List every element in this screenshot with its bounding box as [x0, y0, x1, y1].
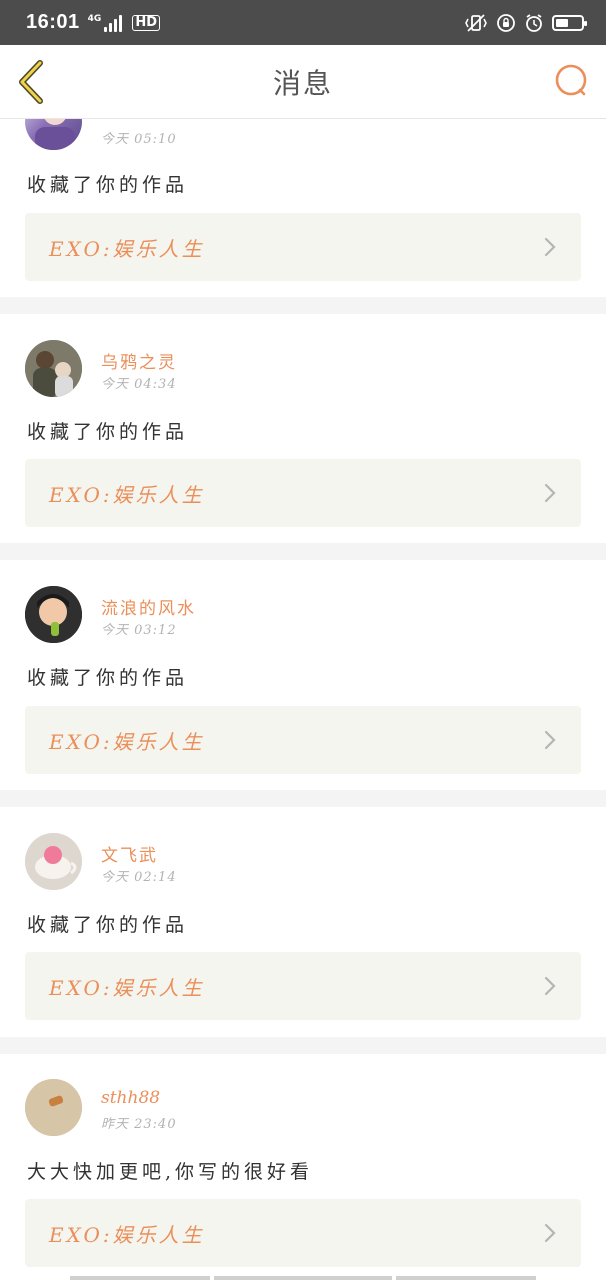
avatar-image — [25, 1079, 82, 1136]
work-title: EXO:娱乐人生 — [49, 1222, 205, 1247]
network-type: 4G — [87, 13, 102, 24]
chevron-right-icon — [544, 237, 556, 257]
avatar[interactable] — [25, 1079, 82, 1136]
alarm-icon — [526, 13, 542, 32]
timestamp: 今天 04:34 — [101, 377, 177, 392]
timestamp: 今天 03:12 — [101, 623, 177, 638]
timestamp: 今天 02:14 — [101, 870, 177, 885]
nav-bar: 消息 — [0, 45, 606, 119]
search-icon[interactable] — [552, 62, 592, 102]
username[interactable]: 乌鸦之灵 — [101, 348, 177, 373]
work-link[interactable]: EXO:娱乐人生 — [25, 1199, 581, 1267]
work-title: EXO:娱乐人生 — [49, 975, 205, 1000]
chevron-right-icon — [544, 483, 556, 503]
divider — [0, 1037, 606, 1054]
username[interactable]: sthh88 — [101, 1088, 160, 1108]
work-link[interactable]: EXO:娱乐人生 — [25, 459, 581, 527]
signal-icon: 4G — [88, 14, 123, 32]
battery-level — [556, 18, 568, 27]
username[interactable]: 文飞武 — [101, 841, 158, 866]
notification-card: 文飞武 今天 02:14 收藏了你的作品 EXO:娱乐人生 — [0, 807, 606, 1037]
battery-icon — [552, 14, 587, 31]
notification-card: 流浪的风水 今天 03:12 收藏了你的作品 EXO:娱乐人生 — [0, 560, 606, 790]
hd-badge: HD — [132, 14, 160, 31]
timestamp: 昨天 23:40 — [101, 1117, 177, 1132]
notification-card: sthh88 昨天 23:40 大大快加更吧,你写的很好看 EXO:娱乐人生 — [0, 1054, 606, 1280]
work-title: EXO:娱乐人生 — [49, 482, 205, 507]
message-text: 收藏了你的作品 — [27, 174, 189, 196]
message-text: 收藏了你的作品 — [27, 914, 189, 936]
avatar[interactable] — [25, 833, 82, 890]
status-time: 16:01 — [26, 11, 80, 33]
avatar[interactable] — [25, 340, 82, 397]
rotation-lock-icon — [497, 13, 515, 32]
vibrate-icon — [465, 13, 487, 32]
notification-card: 乌鸦之灵 今天 04:34 收藏了你的作品 EXO:娱乐人生 — [0, 314, 606, 543]
message-text: 收藏了你的作品 — [27, 421, 189, 443]
message-text: 收藏了你的作品 — [27, 667, 189, 689]
page-title: 消息 — [272, 66, 333, 100]
divider — [0, 543, 606, 560]
home-indicator — [396, 1276, 536, 1280]
work-title: EXO:娱乐人生 — [49, 729, 205, 754]
chevron-right-icon — [544, 730, 556, 750]
divider — [0, 790, 606, 807]
chevron-right-icon — [544, 1223, 556, 1243]
avatar-image — [25, 586, 82, 643]
divider — [0, 297, 606, 314]
timestamp: 今天 05:10 — [101, 132, 177, 147]
chevron-right-icon — [544, 976, 556, 996]
avatar-image — [25, 340, 82, 397]
message-feed[interactable]: 今天 05:10 收藏了你的作品 EXO:娱乐人生 乌鸦之灵 今天 04:34 … — [0, 0, 606, 1280]
work-title: EXO:娱乐人生 — [49, 236, 205, 261]
work-link[interactable]: EXO:娱乐人生 — [25, 213, 581, 281]
username[interactable]: 流浪的风水 — [101, 594, 196, 619]
home-indicator — [214, 1276, 392, 1280]
chevron-left-icon[interactable] — [14, 59, 54, 105]
work-link[interactable]: EXO:娱乐人生 — [25, 952, 581, 1020]
message-text: 大大快加更吧,你写的很好看 — [27, 1161, 314, 1183]
work-link[interactable]: EXO:娱乐人生 — [25, 706, 581, 774]
avatar-image — [25, 833, 82, 890]
home-indicator — [70, 1276, 210, 1280]
status-bar: 16:01 4G HD — [0, 0, 606, 45]
avatar[interactable] — [25, 586, 82, 643]
